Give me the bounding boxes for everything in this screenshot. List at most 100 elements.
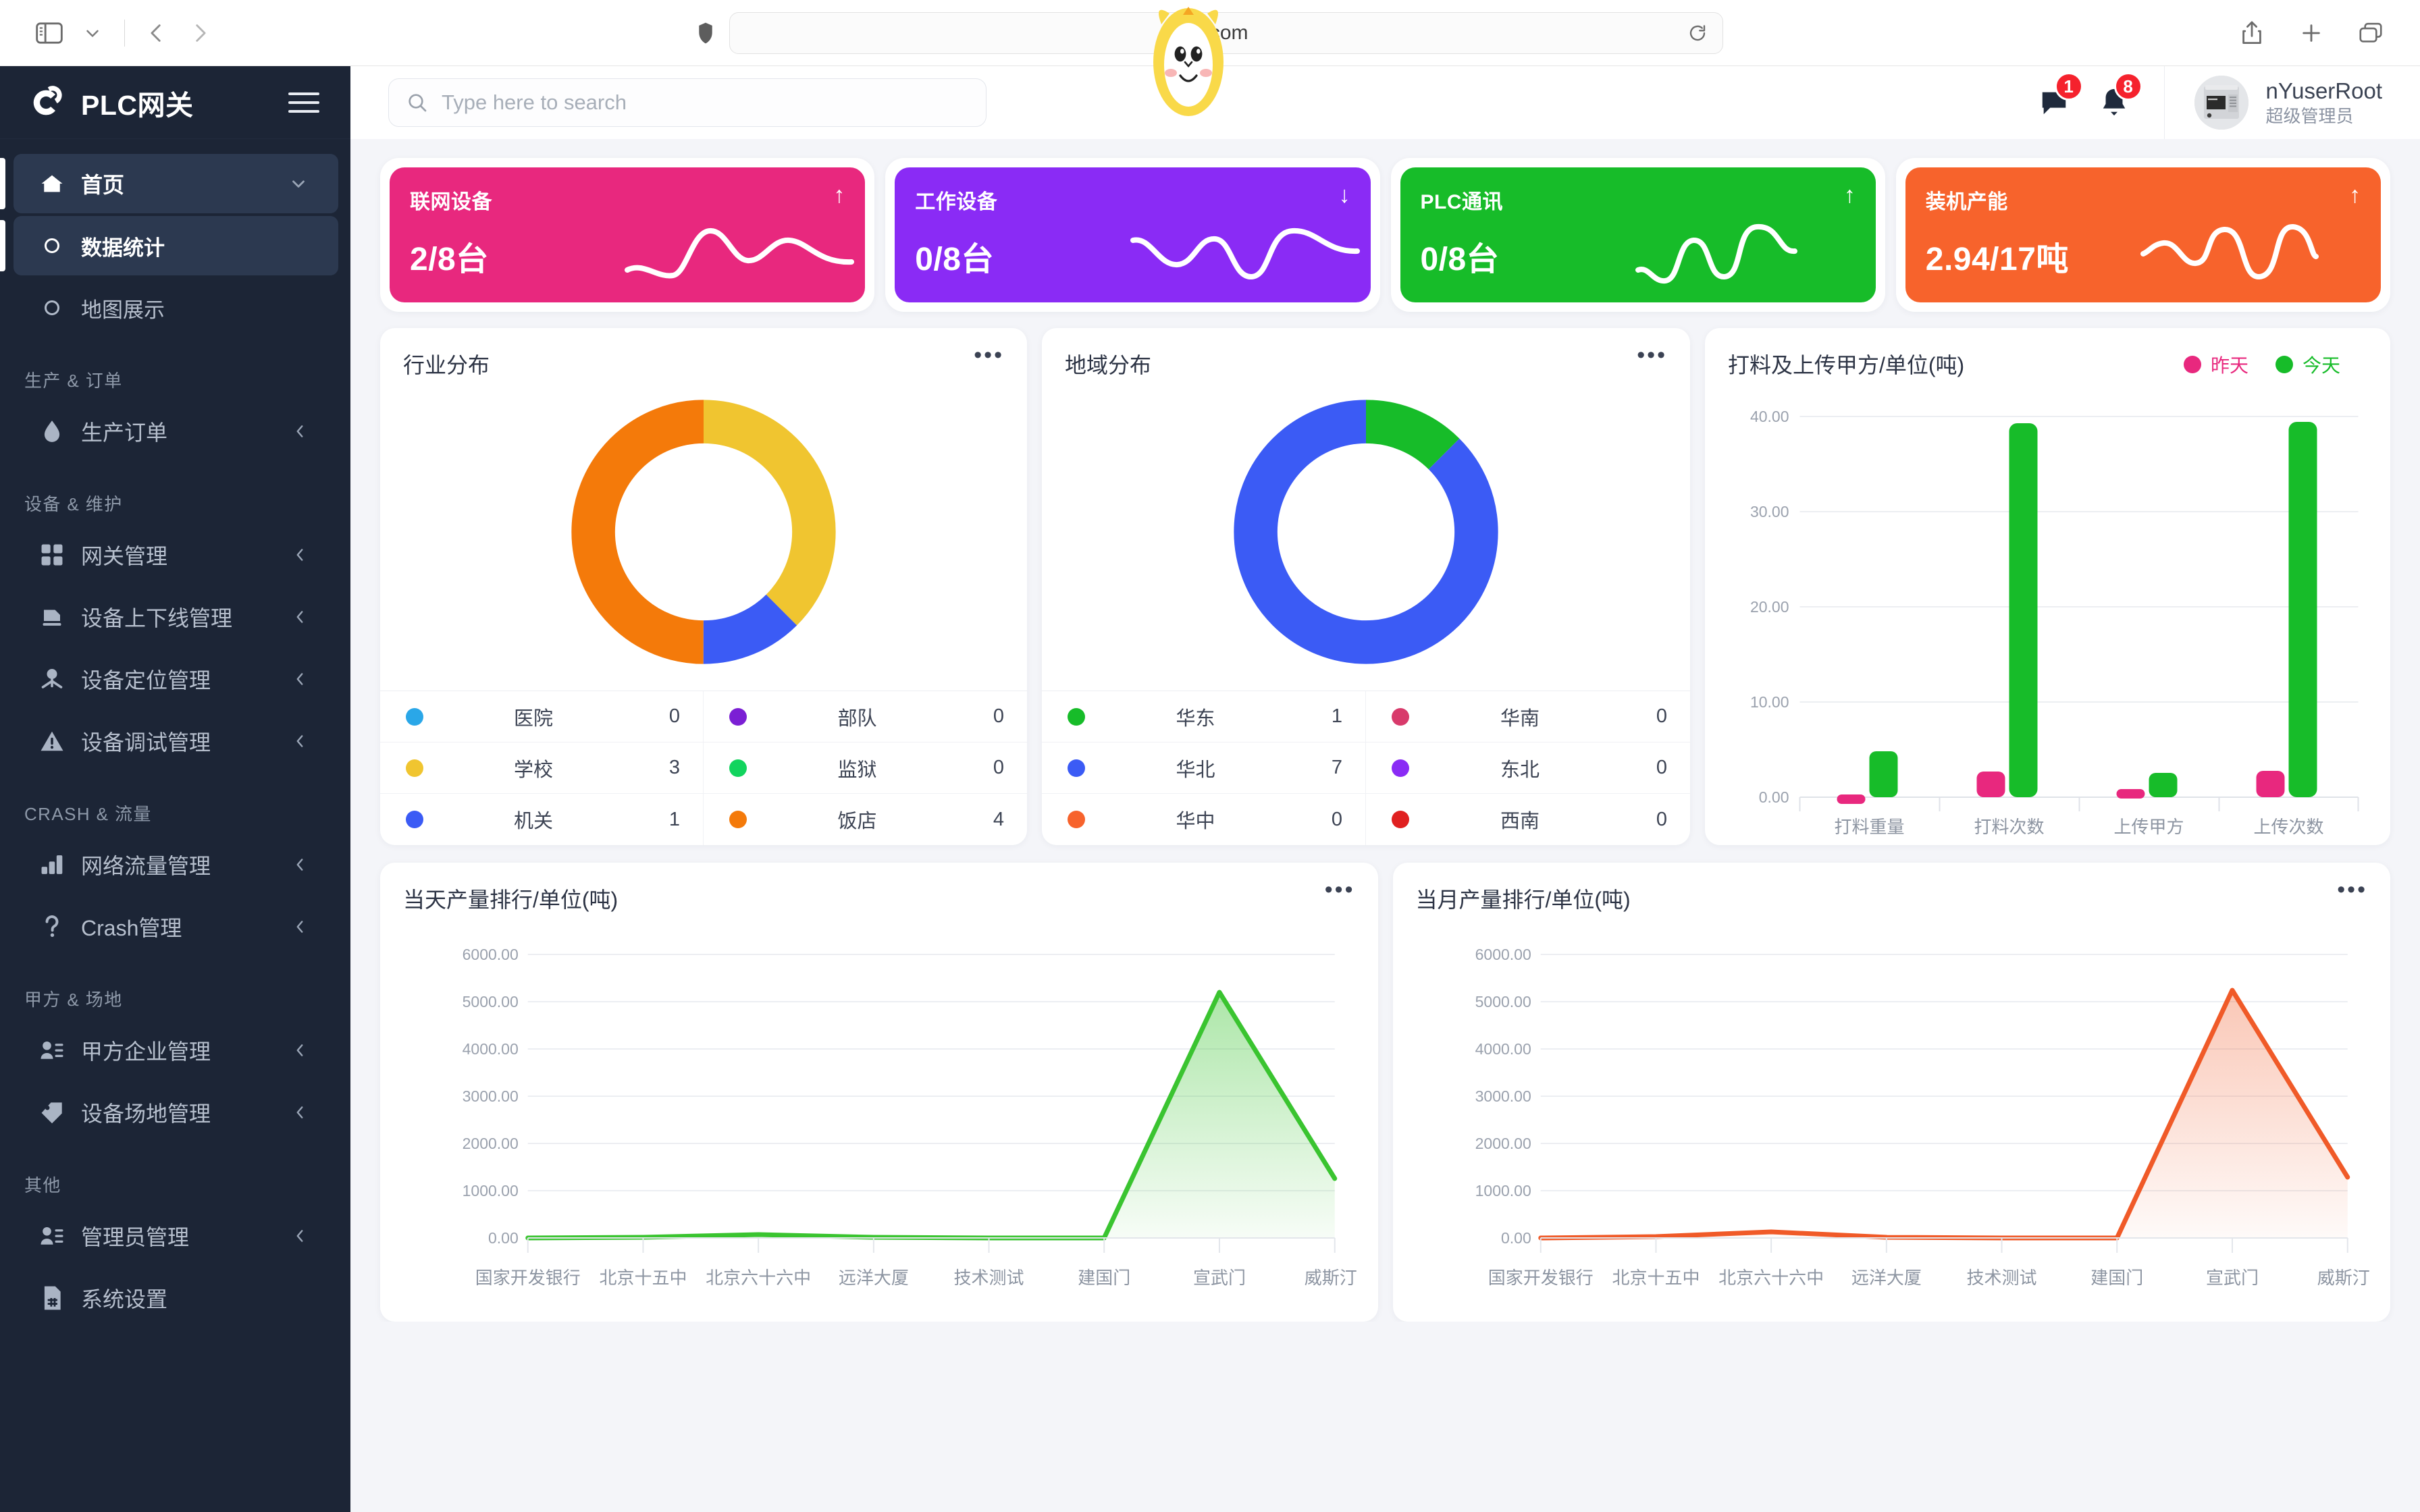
sidebar-item-data-statistics[interactable]: 数据统计 <box>0 216 338 275</box>
sidebar-item-production-order[interactable]: 生产订单 <box>14 402 338 461</box>
bell-icon[interactable]: 8 <box>2099 72 2142 118</box>
kpi-card-plc-comm[interactable]: PLC通讯 0/8台 ↑ <box>1390 158 1885 312</box>
sidebar-item-device-location[interactable]: 设备定位管理 <box>14 649 338 709</box>
legend-row[interactable]: 机关 1 <box>380 794 704 845</box>
sidebar-item-device-site[interactable]: 设备场地管理 <box>14 1083 338 1142</box>
tabs-overview-icon[interactable] <box>2351 14 2390 53</box>
legend-row[interactable]: 学校 3 <box>380 742 704 794</box>
chevron-left-icon[interactable] <box>291 1042 309 1059</box>
messages-icon[interactable]: 1 <box>2038 72 2083 118</box>
chevron-left-icon[interactable] <box>291 1104 309 1121</box>
chevron-left-icon[interactable] <box>291 546 309 564</box>
app-topbar: 1 8 <box>350 66 2420 139</box>
chevron-left-icon[interactable] <box>291 1227 309 1245</box>
sidebar-item-device-online-offline[interactable]: 设备上下线管理 <box>14 587 338 647</box>
sidebar-item-system-settings[interactable]: 系统设置 <box>14 1268 338 1328</box>
kpi-label: 装机产能 <box>1925 191 2008 213</box>
forward-arrow-icon[interactable] <box>180 14 219 53</box>
sidebar-toggle-icon[interactable] <box>30 14 69 53</box>
legend-row[interactable]: 西南 0 <box>1366 794 1690 845</box>
legend-color-dot <box>1068 811 1085 828</box>
legend-row[interactable]: 华北 7 <box>1042 742 1366 794</box>
chevron-left-icon[interactable] <box>291 732 309 750</box>
chevron-left-icon[interactable] <box>291 608 309 626</box>
kpi-card-working-devices[interactable]: 工作设备 0/8台 ↓ <box>885 158 1380 312</box>
app-logo-icon <box>27 82 69 124</box>
sidebar-item-label: Crash管理 <box>81 916 182 940</box>
svg-text:20.00: 20.00 <box>1750 598 1789 616</box>
svg-text:打料重量: 打料重量 <box>1834 817 1904 837</box>
search-input[interactable] <box>442 90 968 115</box>
card-title: 当天产量排行/单位(吨) <box>403 888 619 912</box>
sidebar-item-label: 设备场地管理 <box>81 1102 211 1126</box>
svg-text:北京六十六中: 北京六十六中 <box>706 1268 811 1288</box>
legend-row[interactable]: 饭店 4 <box>704 794 1027 845</box>
legend-item-today[interactable]: 今天 <box>2275 351 2340 378</box>
kpi-card-installed-capacity[interactable]: 装机产能 2.94/17吨 ↑ <box>1895 158 2390 312</box>
sidebar-item-crash-management[interactable]: Crash管理 <box>14 897 338 956</box>
search-box[interactable] <box>388 78 987 127</box>
shield-icon[interactable] <box>697 22 714 45</box>
sidebar-item-label: 生产订单 <box>81 421 168 445</box>
svg-text:0.00: 0.00 <box>488 1229 519 1247</box>
legend-row[interactable]: 华南 0 <box>1366 691 1690 742</box>
chevron-left-icon[interactable] <box>291 423 309 440</box>
legend-value: 0 <box>1331 808 1342 830</box>
url-input[interactable]: .com <box>729 11 1723 54</box>
card-menu-button[interactable]: ••• <box>2337 878 2367 902</box>
card-menu-button[interactable]: ••• <box>974 344 1004 367</box>
sidebar-item-client-enterprise[interactable]: 甲方企业管理 <box>14 1021 338 1080</box>
legend-label: 华东 <box>1176 707 1215 730</box>
chevron-left-icon[interactable] <box>291 918 309 936</box>
legend-item-yesterday[interactable]: 昨天 <box>2183 351 2248 378</box>
reload-icon[interactable] <box>1687 23 1708 43</box>
legend-value: 0 <box>993 705 1004 727</box>
user-name: nYuserRoot <box>2265 78 2382 104</box>
card-menu-button[interactable]: ••• <box>1325 878 1355 902</box>
plus-icon[interactable] <box>2292 14 2331 53</box>
address-bar-group: .com <box>697 11 1723 54</box>
svg-text:1000.00: 1000.00 <box>463 1182 519 1199</box>
hamburger-icon[interactable] <box>288 92 319 113</box>
url-text: .com <box>1204 21 1248 44</box>
chevron-down-icon[interactable] <box>288 173 309 194</box>
user-list-icon <box>36 1040 68 1060</box>
sparkline <box>1635 224 1797 284</box>
grid-icon <box>36 543 68 566</box>
legend-row[interactable]: 东北 0 <box>1366 742 1690 794</box>
legend-row[interactable]: 医院 0 <box>380 691 704 742</box>
svg-text:0.00: 0.00 <box>1759 788 1789 806</box>
notification-group: 1 8 <box>2038 72 2164 118</box>
chevron-left-icon[interactable] <box>291 670 309 688</box>
share-icon[interactable] <box>2232 14 2271 53</box>
sidebar-item-admin-management[interactable]: 管理员管理 <box>14 1206 338 1266</box>
legend-label: 华中 <box>1176 811 1215 832</box>
card-menu-button[interactable]: ••• <box>1637 344 1667 367</box>
trend-up-icon: ↑ <box>2349 182 2361 208</box>
legend-value: 0 <box>1656 808 1667 830</box>
svg-text:2000.00: 2000.00 <box>463 1135 519 1152</box>
sidebar-item-network-traffic[interactable]: 网络流量管理 <box>14 835 338 894</box>
legend-value: 0 <box>993 757 1004 778</box>
user-menu[interactable]: nYuserRoot 超级管理员 <box>2163 66 2420 139</box>
chevron-down-icon[interactable] <box>73 14 112 53</box>
legend-row[interactable]: 华东 1 <box>1042 691 1366 742</box>
daily-output-chart-svg: 6000.00 5000.00 4000.00 3000.00 2000.00 … <box>463 946 1357 1288</box>
legend-row[interactable]: 部队 0 <box>704 691 1027 742</box>
sidebar-group-title: 设备 & 维护 <box>24 494 123 514</box>
legend-row[interactable]: 华中 0 <box>1042 794 1366 845</box>
chevron-left-icon[interactable] <box>291 856 309 873</box>
sidebar-item-gateway-management[interactable]: 网关管理 <box>14 525 338 585</box>
back-arrow-icon[interactable] <box>137 14 176 53</box>
legend-row[interactable]: 监狱 0 <box>704 742 1027 794</box>
sidebar-item-map-display[interactable]: 地图展示 <box>14 278 338 338</box>
sidebar-item-device-debug[interactable]: 设备调试管理 <box>14 711 338 771</box>
sidebar-item-home[interactable]: 首页 <box>0 154 338 213</box>
user-list-icon <box>36 1226 68 1246</box>
region-legend-table: 华东 1 华南 0 华北 7 东北 0 华中 0 西南 0 <box>1042 691 1690 845</box>
sidebar-item-label: 管理员管理 <box>81 1225 190 1249</box>
kpi-card-networked-devices[interactable]: 联网设备 2/8台 ↑ <box>380 158 875 312</box>
svg-text:建国门: 建国门 <box>2090 1268 2143 1288</box>
card-title: 当月产量排行/单位(吨) <box>1415 888 1631 912</box>
brand-header[interactable]: PLC网关 <box>0 66 350 139</box>
